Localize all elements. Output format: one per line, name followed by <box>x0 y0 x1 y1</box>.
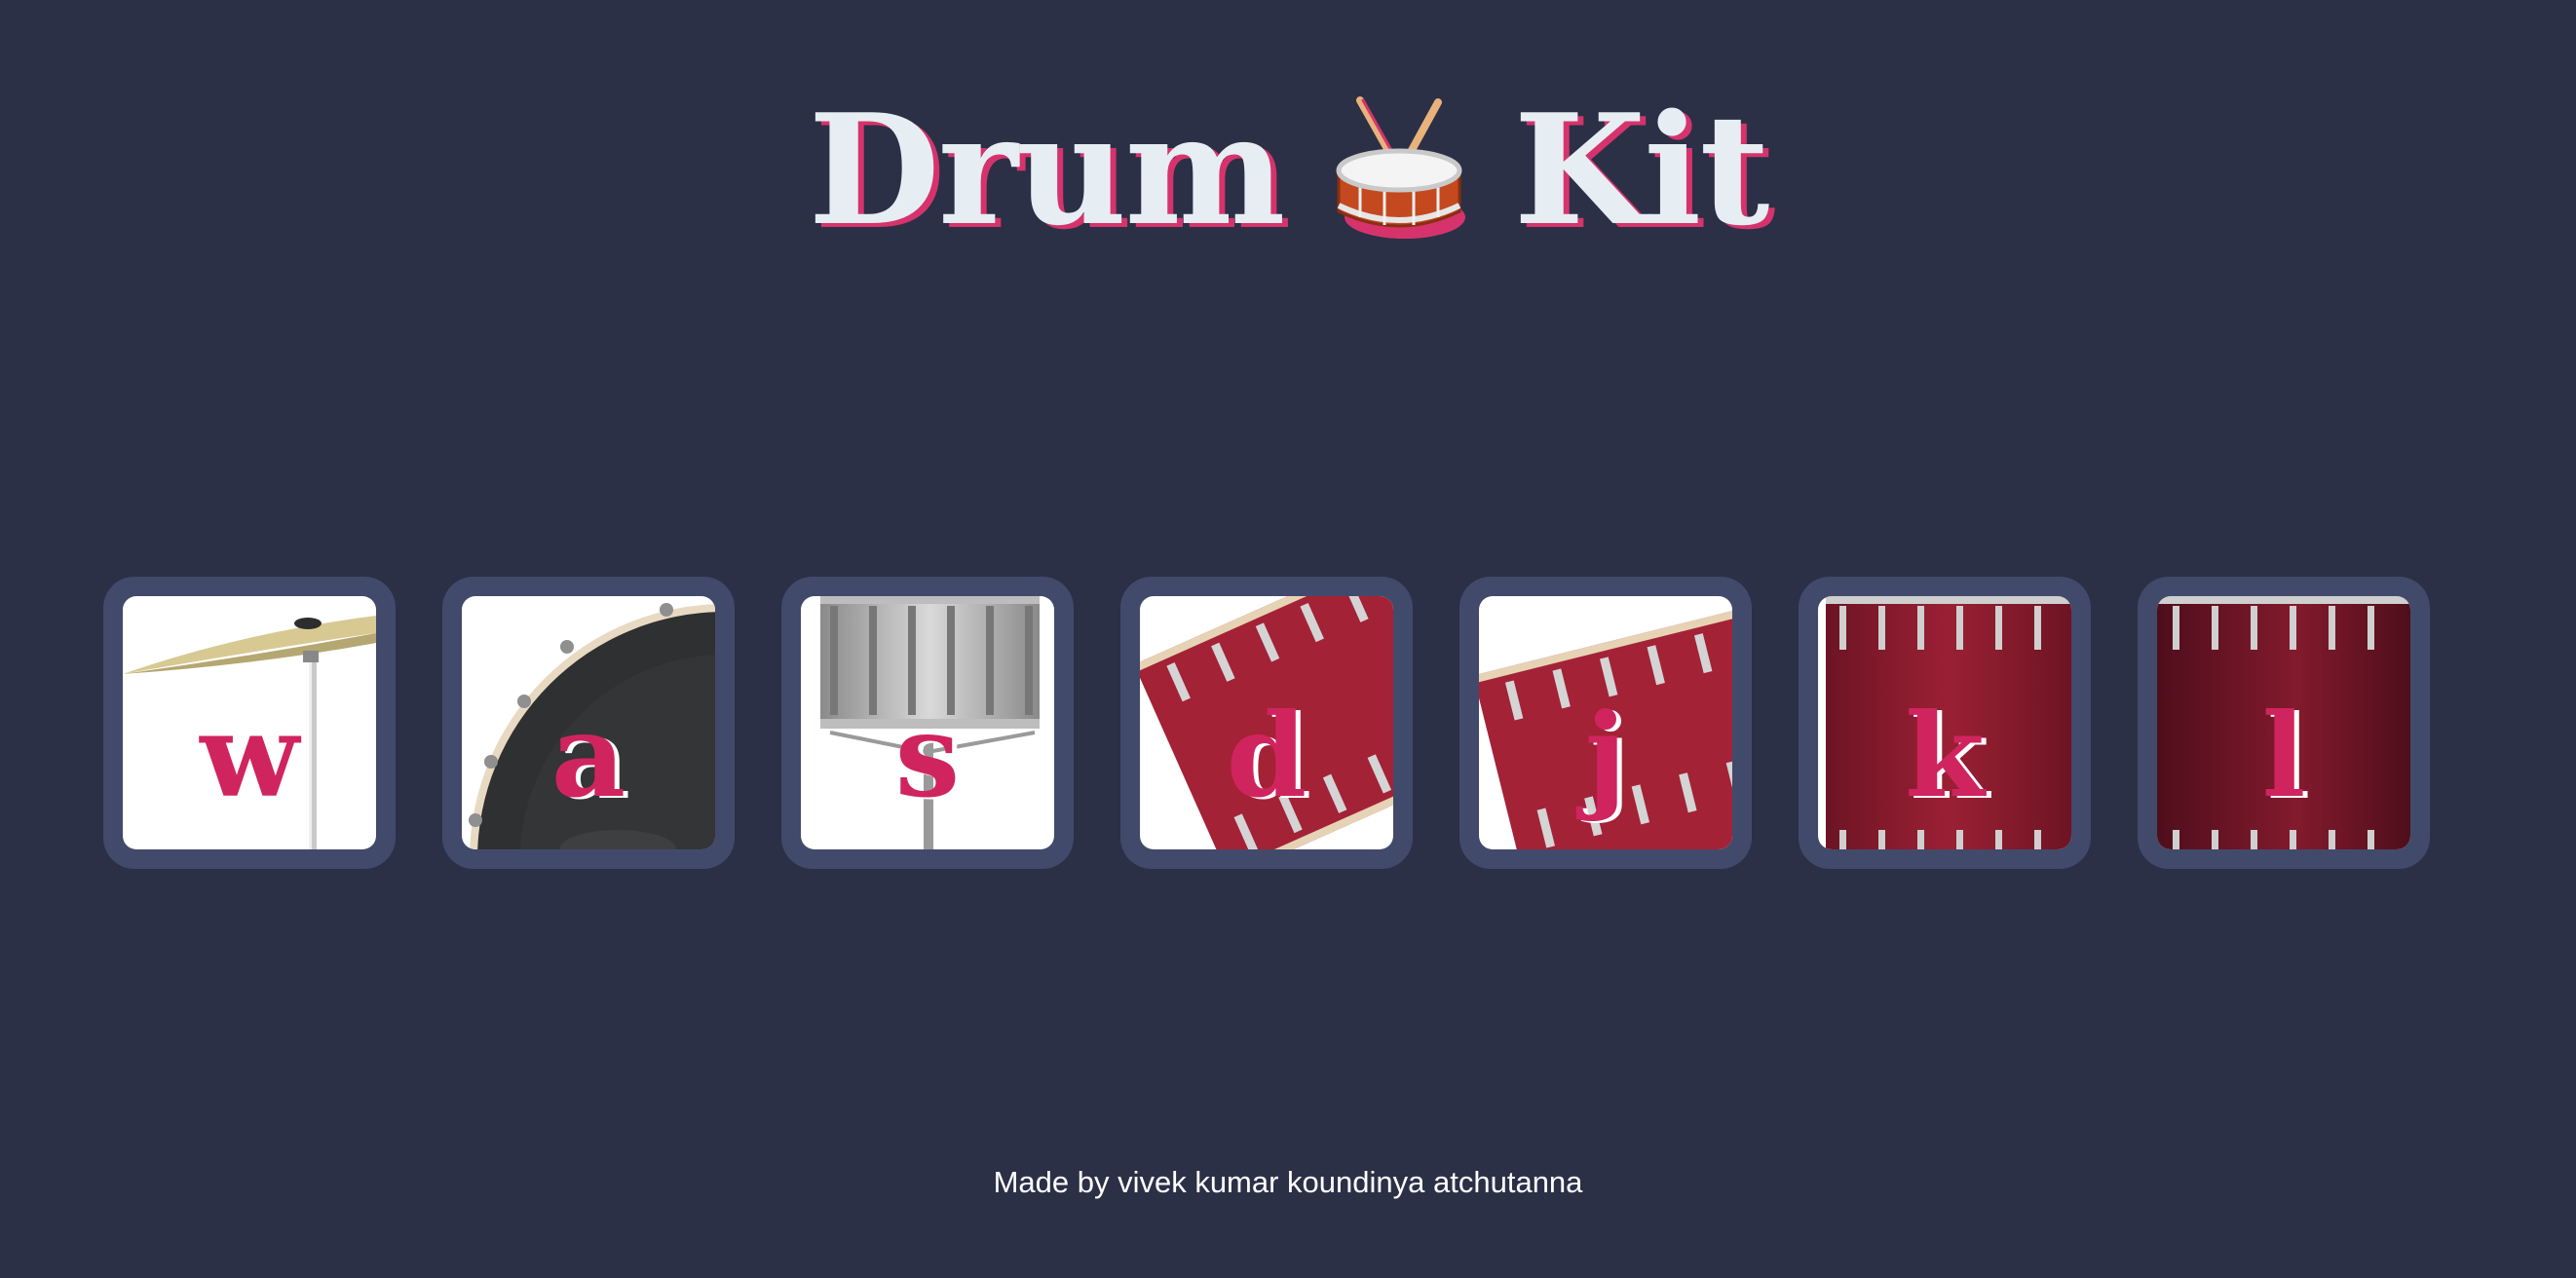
title-word-left: Drum <box>808 81 1286 259</box>
drum-pad-d[interactable]: d <box>1120 577 1413 869</box>
drum-pad-a-letter: a <box>550 688 626 823</box>
drum-pad-s-letter: s <box>894 688 961 823</box>
drum-pad-j-face: j <box>1479 596 1732 849</box>
page-title: Drum Kit <box>0 83 2576 258</box>
drum-pad-w-letter: w <box>200 688 299 823</box>
drum-pad-k-face: k <box>1818 596 2071 849</box>
drum-pad-w-face: w <box>123 596 376 849</box>
drum-pad-l-face: l <box>2157 596 2410 849</box>
drum-pad-l[interactable]: l <box>2138 577 2430 869</box>
title-word-right: Kit <box>1513 81 1770 259</box>
drum-with-drumsticks-icon <box>1331 93 1467 248</box>
drum-pad-a[interactable]: a <box>442 577 735 869</box>
drum-pad-d-face: d <box>1140 596 1393 849</box>
drum-pad-k-letter: k <box>1905 688 1985 823</box>
drum-pad-d-letter: d <box>1226 688 1307 823</box>
drum-pad-l-letter: l <box>2261 688 2306 823</box>
drum-pad-s-face: s <box>801 596 1054 849</box>
footer-credit: Made by vivek kumar koundinya atchutanna <box>993 1165 1583 1199</box>
drum-pad-j[interactable]: j <box>1459 577 1752 869</box>
drum-pad-s[interactable]: s <box>781 577 1074 869</box>
drum-pads: w a s d j k l <box>103 577 2430 869</box>
drum-pad-w[interactable]: w <box>103 577 396 869</box>
drum-pad-a-face: a <box>462 596 715 849</box>
drum-pad-j-letter: j <box>1584 688 1627 823</box>
drum-pad-k[interactable]: k <box>1799 577 2091 869</box>
